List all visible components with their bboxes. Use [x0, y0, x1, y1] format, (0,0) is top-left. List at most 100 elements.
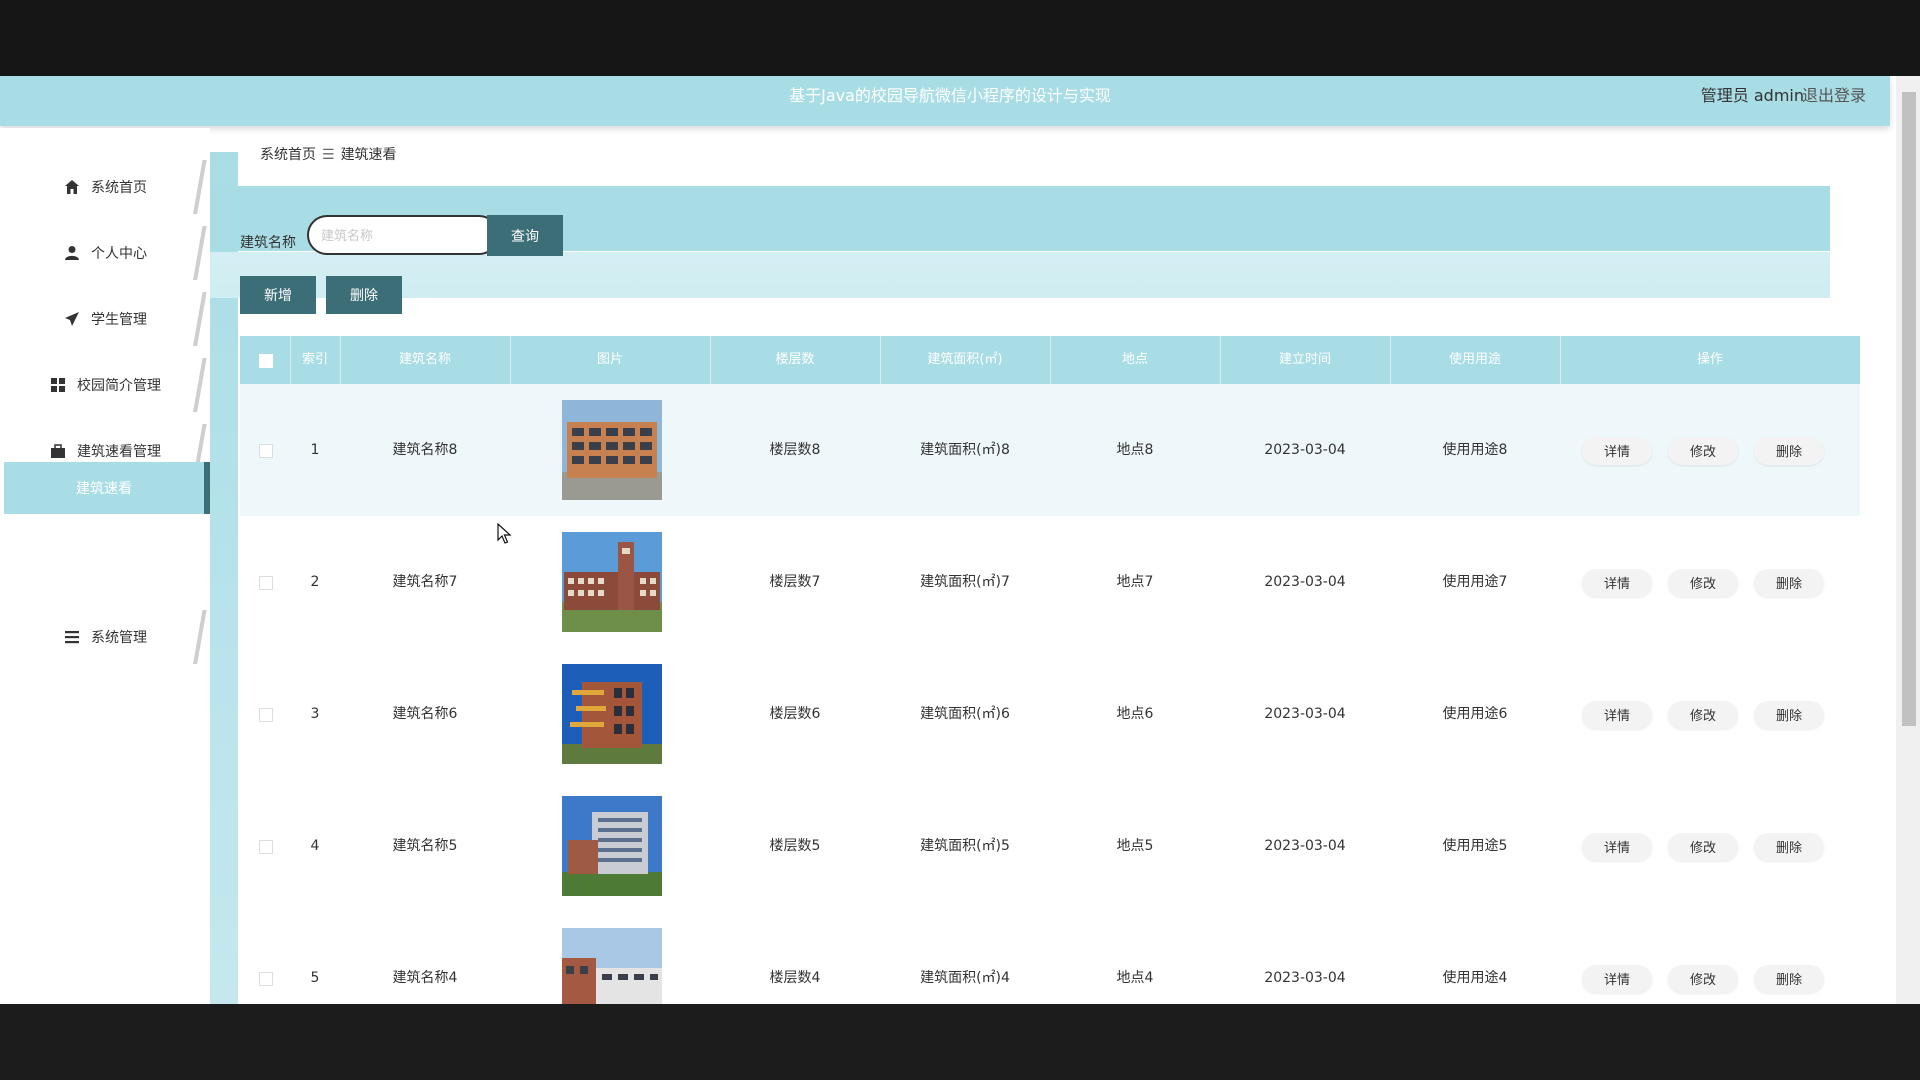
header-area: 建筑面积(㎡) — [880, 336, 1051, 384]
row-checkbox[interactable] — [259, 576, 273, 590]
header-name: 建筑名称 — [340, 336, 511, 384]
breadcrumb-current: 建筑速看 — [340, 147, 397, 163]
cell-area: 建筑面积(㎡)4 — [920, 970, 1010, 986]
cell-date: 2023-03-04 — [1264, 970, 1346, 986]
cell-location: 地点7 — [1116, 574, 1154, 590]
cell-floors: 楼层数4 — [769, 970, 821, 986]
sidebar-divider — [190, 226, 208, 280]
search-label: 建筑名称 — [240, 235, 296, 251]
breadcrumb-separator-icon: ☰ — [322, 147, 335, 163]
sidebar-divider — [190, 292, 208, 346]
delete-button[interactable]: 删除 — [1754, 701, 1824, 729]
edit-button[interactable]: 修改 — [1668, 437, 1738, 465]
app-window: 基于Java的校园导航微信小程序的设计与实现 管理员 admin 退出登录 系统… — [0, 76, 1920, 1004]
cell-area: 建筑面积(㎡)8 — [920, 442, 1010, 458]
edit-button[interactable]: 修改 — [1668, 569, 1738, 597]
row-checkbox[interactable] — [259, 444, 273, 458]
cell-usage: 使用用途7 — [1442, 574, 1508, 590]
cell-name: 建筑名称4 — [392, 970, 458, 986]
cell-index: 5 — [310, 970, 320, 986]
delete-button[interactable]: 删除 — [1754, 833, 1824, 861]
table-row: 5 建筑名称4 楼层数4 建筑面积(㎡)4 地点4 2023-03-04 使用用… — [240, 912, 1860, 1004]
cell-area: 建筑面积(㎡)7 — [920, 574, 1010, 590]
sidebar-item-campus-intro[interactable]: 校园简介管理 — [0, 358, 210, 412]
sidebar-item-students[interactable]: 学生管理 — [0, 292, 210, 346]
cell-area: 建筑面积(㎡)5 — [920, 838, 1010, 854]
delete-button[interactable]: 删除 — [1754, 437, 1824, 465]
detail-button[interactable]: 详情 — [1582, 569, 1652, 597]
breadcrumb-home[interactable]: 系统首页 — [260, 147, 316, 163]
scrollbar-thumb[interactable] — [1902, 92, 1916, 726]
current-user-label: 管理员 admin — [1700, 86, 1804, 105]
building-image[interactable] — [562, 664, 662, 764]
send-icon — [63, 310, 81, 328]
batch-delete-button[interactable]: 删除 — [326, 276, 402, 314]
building-image[interactable] — [562, 532, 662, 632]
sidebar-subitem-building-view[interactable]: 建筑速看 — [4, 462, 210, 514]
sidebar-item-label: 校园简介管理 — [77, 378, 161, 394]
vertical-scrollbar[interactable] — [1896, 76, 1920, 1004]
cell-name: 建筑名称7 — [392, 574, 458, 590]
sidebar-item-label: 学生管理 — [91, 312, 147, 328]
sidebar-item-profile[interactable]: 个人中心 — [0, 226, 210, 280]
edit-button[interactable]: 修改 — [1668, 965, 1738, 993]
cell-usage: 使用用途6 — [1442, 706, 1508, 722]
sidebar-divider — [190, 358, 208, 412]
query-button[interactable]: 查询 — [487, 215, 563, 256]
cell-date: 2023-03-04 — [1264, 574, 1346, 590]
delete-button[interactable]: 删除 — [1754, 569, 1824, 597]
cell-index: 1 — [310, 442, 320, 458]
table-row: 4 建筑名称5 楼层数5 建筑面积(㎡)5 地点5 2023-03-04 使用用… — [240, 780, 1860, 912]
header-index: 索引 — [290, 336, 341, 384]
list-icon — [63, 628, 81, 646]
building-image[interactable] — [562, 928, 662, 1004]
cell-name: 建筑名称8 — [392, 442, 458, 458]
building-image[interactable] — [562, 400, 662, 500]
row-checkbox[interactable] — [259, 972, 273, 986]
cell-area: 建筑面积(㎡)6 — [920, 706, 1010, 722]
cell-name: 建筑名称6 — [392, 706, 458, 722]
cell-index: 2 — [310, 574, 320, 590]
toolbar-panel — [210, 252, 1830, 298]
breadcrumb: 系统首页 ☰ 建筑速看 — [260, 144, 397, 164]
sidebar-item-home[interactable]: 系统首页 — [0, 160, 210, 214]
cell-floors: 楼层数6 — [769, 706, 821, 722]
cell-location: 地点4 — [1116, 970, 1154, 986]
header-image: 图片 — [510, 336, 711, 384]
cell-location: 地点6 — [1116, 706, 1154, 722]
cell-date: 2023-03-04 — [1264, 442, 1346, 458]
edit-button[interactable]: 修改 — [1668, 701, 1738, 729]
home-icon — [63, 178, 81, 196]
cell-location: 地点8 — [1116, 442, 1154, 458]
sidebar-item-system[interactable]: 系统管理 — [0, 610, 210, 664]
sidebar-divider — [190, 610, 208, 664]
delete-button[interactable]: 删除 — [1754, 965, 1824, 993]
search-input[interactable] — [307, 215, 499, 255]
cell-floors: 楼层数5 — [769, 838, 821, 854]
row-checkbox[interactable] — [259, 708, 273, 722]
header-floors: 楼层数 — [710, 336, 881, 384]
add-button[interactable]: 新增 — [240, 276, 316, 314]
building-image[interactable] — [562, 796, 662, 896]
sidebar-item-label: 建筑速看管理 — [77, 444, 161, 460]
row-checkbox[interactable] — [259, 840, 273, 854]
header-date: 建立时间 — [1220, 336, 1391, 384]
detail-button[interactable]: 详情 — [1582, 833, 1652, 861]
cell-usage: 使用用途4 — [1442, 970, 1508, 986]
cell-location: 地点5 — [1116, 838, 1154, 854]
sidebar-item-label: 系统管理 — [91, 630, 147, 646]
detail-button[interactable]: 详情 — [1582, 701, 1652, 729]
detail-button[interactable]: 详情 — [1582, 965, 1652, 993]
edit-button[interactable]: 修改 — [1668, 833, 1738, 861]
detail-button[interactable]: 详情 — [1582, 437, 1652, 465]
grid-icon — [49, 376, 67, 394]
mouse-cursor-icon — [497, 523, 512, 544]
header-actions: 操作 — [1696, 352, 1723, 367]
logout-link[interactable]: 退出登录 — [1802, 76, 1866, 116]
cell-date: 2023-03-04 — [1264, 838, 1346, 854]
sidebar-item-label: 系统首页 — [91, 180, 147, 196]
table-header: 索引 建筑名称 图片 楼层数 建筑面积(㎡) 地点 建立时间 使用用途 操作 — [240, 336, 1860, 384]
select-all-checkbox[interactable] — [259, 354, 273, 368]
briefcase-icon — [49, 442, 67, 460]
user-icon — [63, 244, 81, 262]
